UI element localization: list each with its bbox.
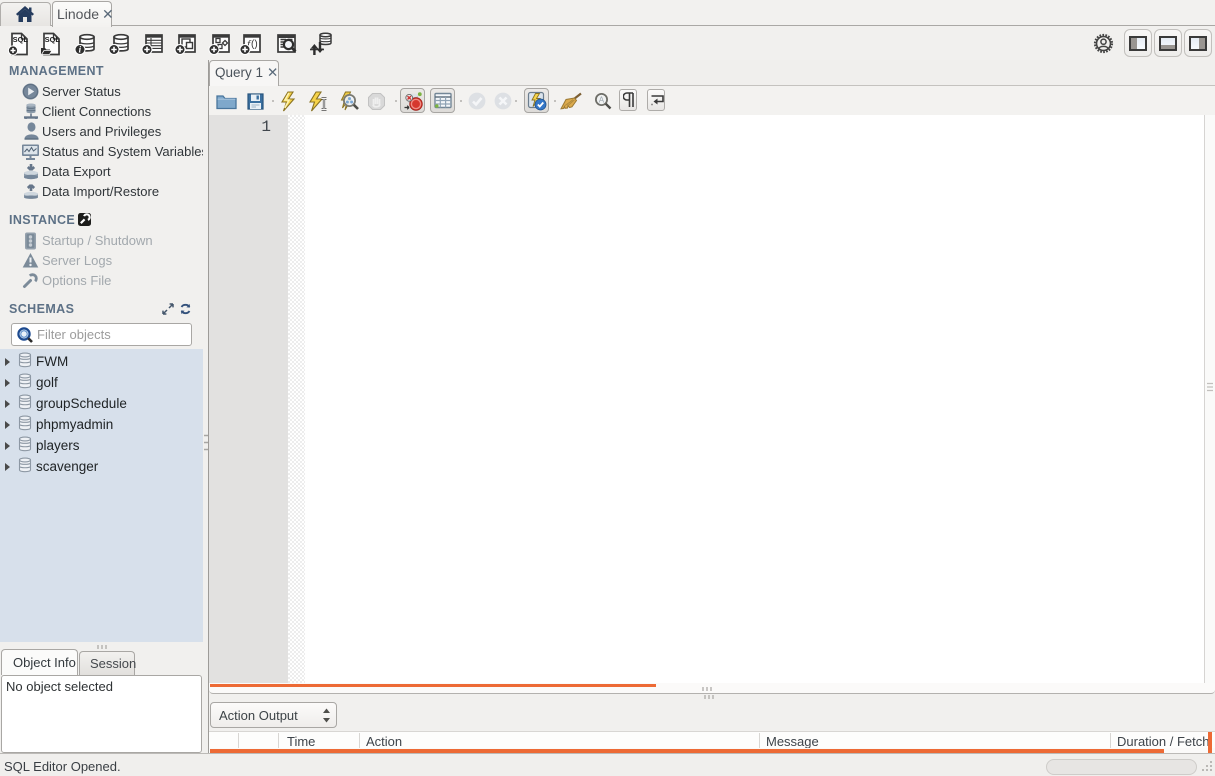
svg-text:SQL: SQL bbox=[45, 35, 61, 44]
svg-text:(): () bbox=[251, 39, 258, 50]
svg-text:A: A bbox=[599, 96, 605, 105]
svg-text:SQL: SQL bbox=[13, 35, 29, 44]
